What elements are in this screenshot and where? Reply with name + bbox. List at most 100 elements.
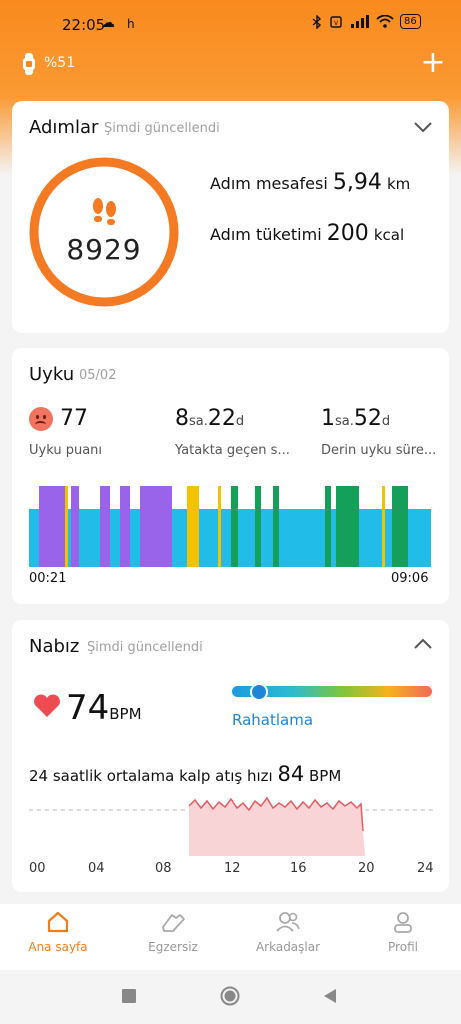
sleep-stage-chart[interactable] <box>29 484 431 568</box>
deep-segment <box>273 486 279 567</box>
step-calories: Adım tüketimi 200 kcal <box>210 221 404 246</box>
shoe-icon <box>162 914 185 932</box>
heart-rate-value: 74BPM <box>66 688 142 728</box>
awake-segment <box>218 486 221 567</box>
plus-icon[interactable]: + <box>420 48 446 78</box>
deep-segment <box>255 486 261 567</box>
heart-title: Nabız <box>29 636 80 657</box>
deep-minute-unit: d <box>381 414 391 429</box>
sleep-title: Uyku <box>29 364 75 385</box>
average-heart-rate: 24 saatlik ortalama kalp atış hızı 84 BP… <box>29 762 341 786</box>
friends-icon <box>276 912 300 932</box>
heart-updated: Şimdi güncellendi <box>87 640 203 655</box>
deep-hours: 1 <box>321 406 335 431</box>
awake-segment <box>65 486 68 567</box>
steps-title: Adımlar <box>29 117 99 138</box>
sleep-date: 05/02 <box>79 368 117 383</box>
nav-item-friends[interactable]: Arkadaşlar <box>243 906 333 954</box>
nav-label-profile: Profil <box>388 940 418 954</box>
hour-unit: sa. <box>189 414 208 429</box>
home-circle-icon[interactable] <box>220 986 240 1006</box>
svg-text:V: V <box>334 20 339 27</box>
sleep-score: 77 <box>60 406 88 431</box>
nav-label-exercise: Egzersiz <box>148 940 198 954</box>
status-bar: 22:05 ☁ h V 86 <box>0 0 461 50</box>
band-icon <box>23 53 35 75</box>
awake-segment <box>187 486 199 567</box>
deep-segment <box>336 486 359 567</box>
deep-segment <box>231 486 238 567</box>
heart-rate-chart[interactable] <box>29 786 433 856</box>
average-unit: BPM <box>308 767 342 785</box>
rem-segment <box>71 486 79 567</box>
deep-segment <box>325 486 331 567</box>
bed-minutes: 22 <box>207 406 236 431</box>
step-calories-label: Adım tüketimi <box>210 225 322 244</box>
average-value: 84 <box>277 762 305 786</box>
back-icon[interactable] <box>322 988 338 1004</box>
axis-label: 00 <box>29 861 46 876</box>
rem-segment <box>39 486 65 567</box>
nav-item-home[interactable]: Ana sayfa <box>13 906 103 954</box>
light-sleep-band <box>29 509 431 567</box>
footsteps-icon <box>93 198 116 225</box>
status-icons: V 86 <box>312 14 421 29</box>
heart-rate-unit: BPM <box>109 705 142 723</box>
axis-label: 04 <box>88 861 105 876</box>
wifi-icon <box>376 15 394 28</box>
rem-segment <box>120 486 130 567</box>
bluetooth-icon <box>312 14 322 29</box>
heart-rate-number: 74 <box>66 688 110 728</box>
home-icon <box>47 911 69 933</box>
vibrate-icon: V <box>330 15 342 28</box>
nav-item-exercise[interactable]: Egzersiz <box>128 906 218 954</box>
minute-unit: d <box>235 414 245 429</box>
heart-icon <box>34 694 60 717</box>
awake-segment <box>382 486 385 567</box>
axis-label: 16 <box>290 861 307 876</box>
steps-count: 8929 <box>66 233 142 266</box>
step-calories-value: 200 <box>326 221 369 246</box>
heart-zone-label: Rahatlama <box>232 711 314 729</box>
bed-hours: 8 <box>175 406 189 431</box>
step-distance: Adım mesafesi 5,94 km <box>210 170 410 195</box>
sleep-end-time: 09:06 <box>391 571 429 586</box>
bed-time: 8sa.22d <box>175 406 244 431</box>
steps-updated: Şimdi güncellendi <box>104 121 220 136</box>
rem-segment <box>100 486 110 567</box>
nav-label-friends: Arkadaşlar <box>255 940 321 954</box>
heart-zone-knob <box>250 683 268 701</box>
profile-icon <box>394 912 412 933</box>
bed-time-label: Yatakta geçen s... <box>175 443 290 458</box>
deep-sleep-label: Derin uyku süre... <box>321 443 437 458</box>
deep-minutes: 52 <box>353 406 382 431</box>
step-distance-unit: km <box>386 175 411 193</box>
chevron-down-icon[interactable] <box>414 121 432 133</box>
recents-icon[interactable] <box>122 989 136 1003</box>
step-distance-value: 5,94 <box>332 170 382 195</box>
axis-label: 20 <box>358 861 375 876</box>
steps-ring <box>29 157 179 307</box>
battery-icon: 86 <box>400 14 421 29</box>
notification-glyph: h <box>127 17 135 31</box>
status-time: 22:05 <box>62 16 106 34</box>
sleep-start-time: 00:21 <box>29 571 67 586</box>
axis-label: 12 <box>224 861 241 876</box>
sleep-score-label: Uyku puanı <box>29 443 103 458</box>
rem-segment <box>140 486 172 567</box>
sad-face-icon <box>29 407 53 431</box>
signal-icon <box>351 15 369 28</box>
axis-label: 08 <box>155 861 172 876</box>
deep-segment <box>392 486 408 567</box>
deep-hour-unit: sa. <box>335 414 354 429</box>
nav-label-home: Ana sayfa <box>28 940 88 954</box>
nav-item-profile[interactable]: Profil <box>358 906 448 954</box>
cloud-icon: ☁ <box>101 15 115 31</box>
chevron-up-icon[interactable] <box>414 638 432 650</box>
band-battery: %51 <box>44 55 76 71</box>
step-calories-unit: kcal <box>373 226 405 244</box>
deep-sleep: 1sa.52d <box>321 406 390 431</box>
axis-label: 24 <box>417 861 434 876</box>
average-label: 24 saatlik ortalama kalp atış hızı <box>29 767 273 785</box>
step-distance-label: Adım mesafesi <box>210 174 328 193</box>
